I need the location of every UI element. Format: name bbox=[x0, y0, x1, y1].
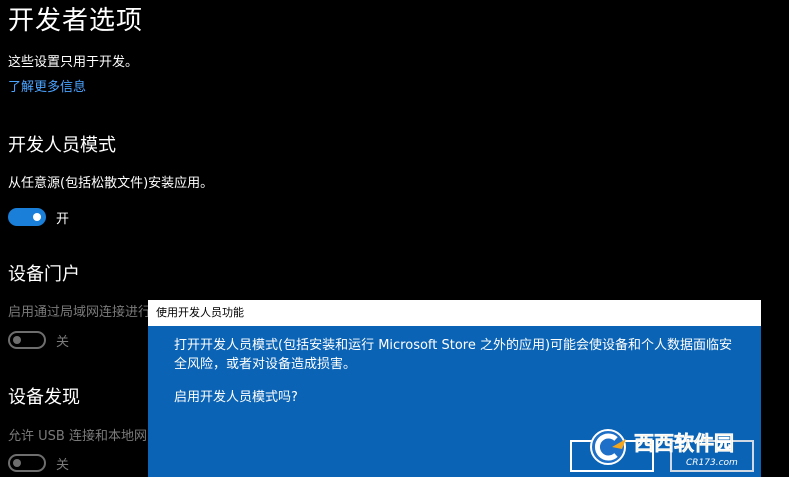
dialog-message: 打开开发人员模式(包括安装和运行 Microsoft Store 之外的应用)可… bbox=[174, 338, 733, 372]
watermark-logo: 西西软件园 CR173.com bbox=[590, 429, 738, 468]
device-discovery-toggle-row: 关 bbox=[8, 453, 69, 473]
device-discovery-state-label: 关 bbox=[56, 457, 70, 473]
toggle-knob bbox=[13, 459, 21, 467]
dialog-title: 使用开发人员功能 bbox=[148, 300, 761, 326]
device-portal-toggle-row: 关 bbox=[8, 330, 69, 350]
developer-mode-title: 开发人员模式 bbox=[8, 135, 116, 156]
developer-mode-state-label: 开 bbox=[56, 211, 70, 227]
toggle-knob bbox=[13, 336, 21, 344]
device-discovery-toggle[interactable] bbox=[8, 454, 46, 472]
watermark-brand: 西西软件园 bbox=[634, 431, 734, 455]
watermark-site: CR173.com bbox=[686, 458, 738, 468]
device-portal-title: 设备门户 bbox=[8, 264, 80, 285]
learn-more-link[interactable]: 了解更多信息 bbox=[8, 79, 86, 97]
device-discovery-description: 允许 USB 连接和本地网 bbox=[8, 429, 147, 444]
dialog-question: 启用开发人员模式吗? bbox=[174, 390, 298, 405]
device-portal-toggle[interactable] bbox=[8, 331, 46, 349]
toggle-knob bbox=[33, 213, 41, 221]
page-title: 开发者选项 bbox=[8, 6, 144, 36]
page-description: 这些设置只用于开发。 bbox=[8, 55, 139, 70]
developer-settings-page: 开发者选项 这些设置只用于开发。 了解更多信息 开发人员模式 从任意源(包括松散… bbox=[0, 0, 789, 477]
device-portal-description: 启用通过局域网连接进行 bbox=[8, 305, 152, 320]
developer-mode-description: 从任意源(包括松散文件)安装应用。 bbox=[8, 176, 214, 191]
developer-mode-toggle-row: 开 bbox=[8, 207, 69, 227]
developer-mode-toggle[interactable] bbox=[8, 208, 46, 226]
device-portal-state-label: 关 bbox=[56, 334, 70, 350]
device-discovery-title: 设备发现 bbox=[8, 387, 80, 408]
